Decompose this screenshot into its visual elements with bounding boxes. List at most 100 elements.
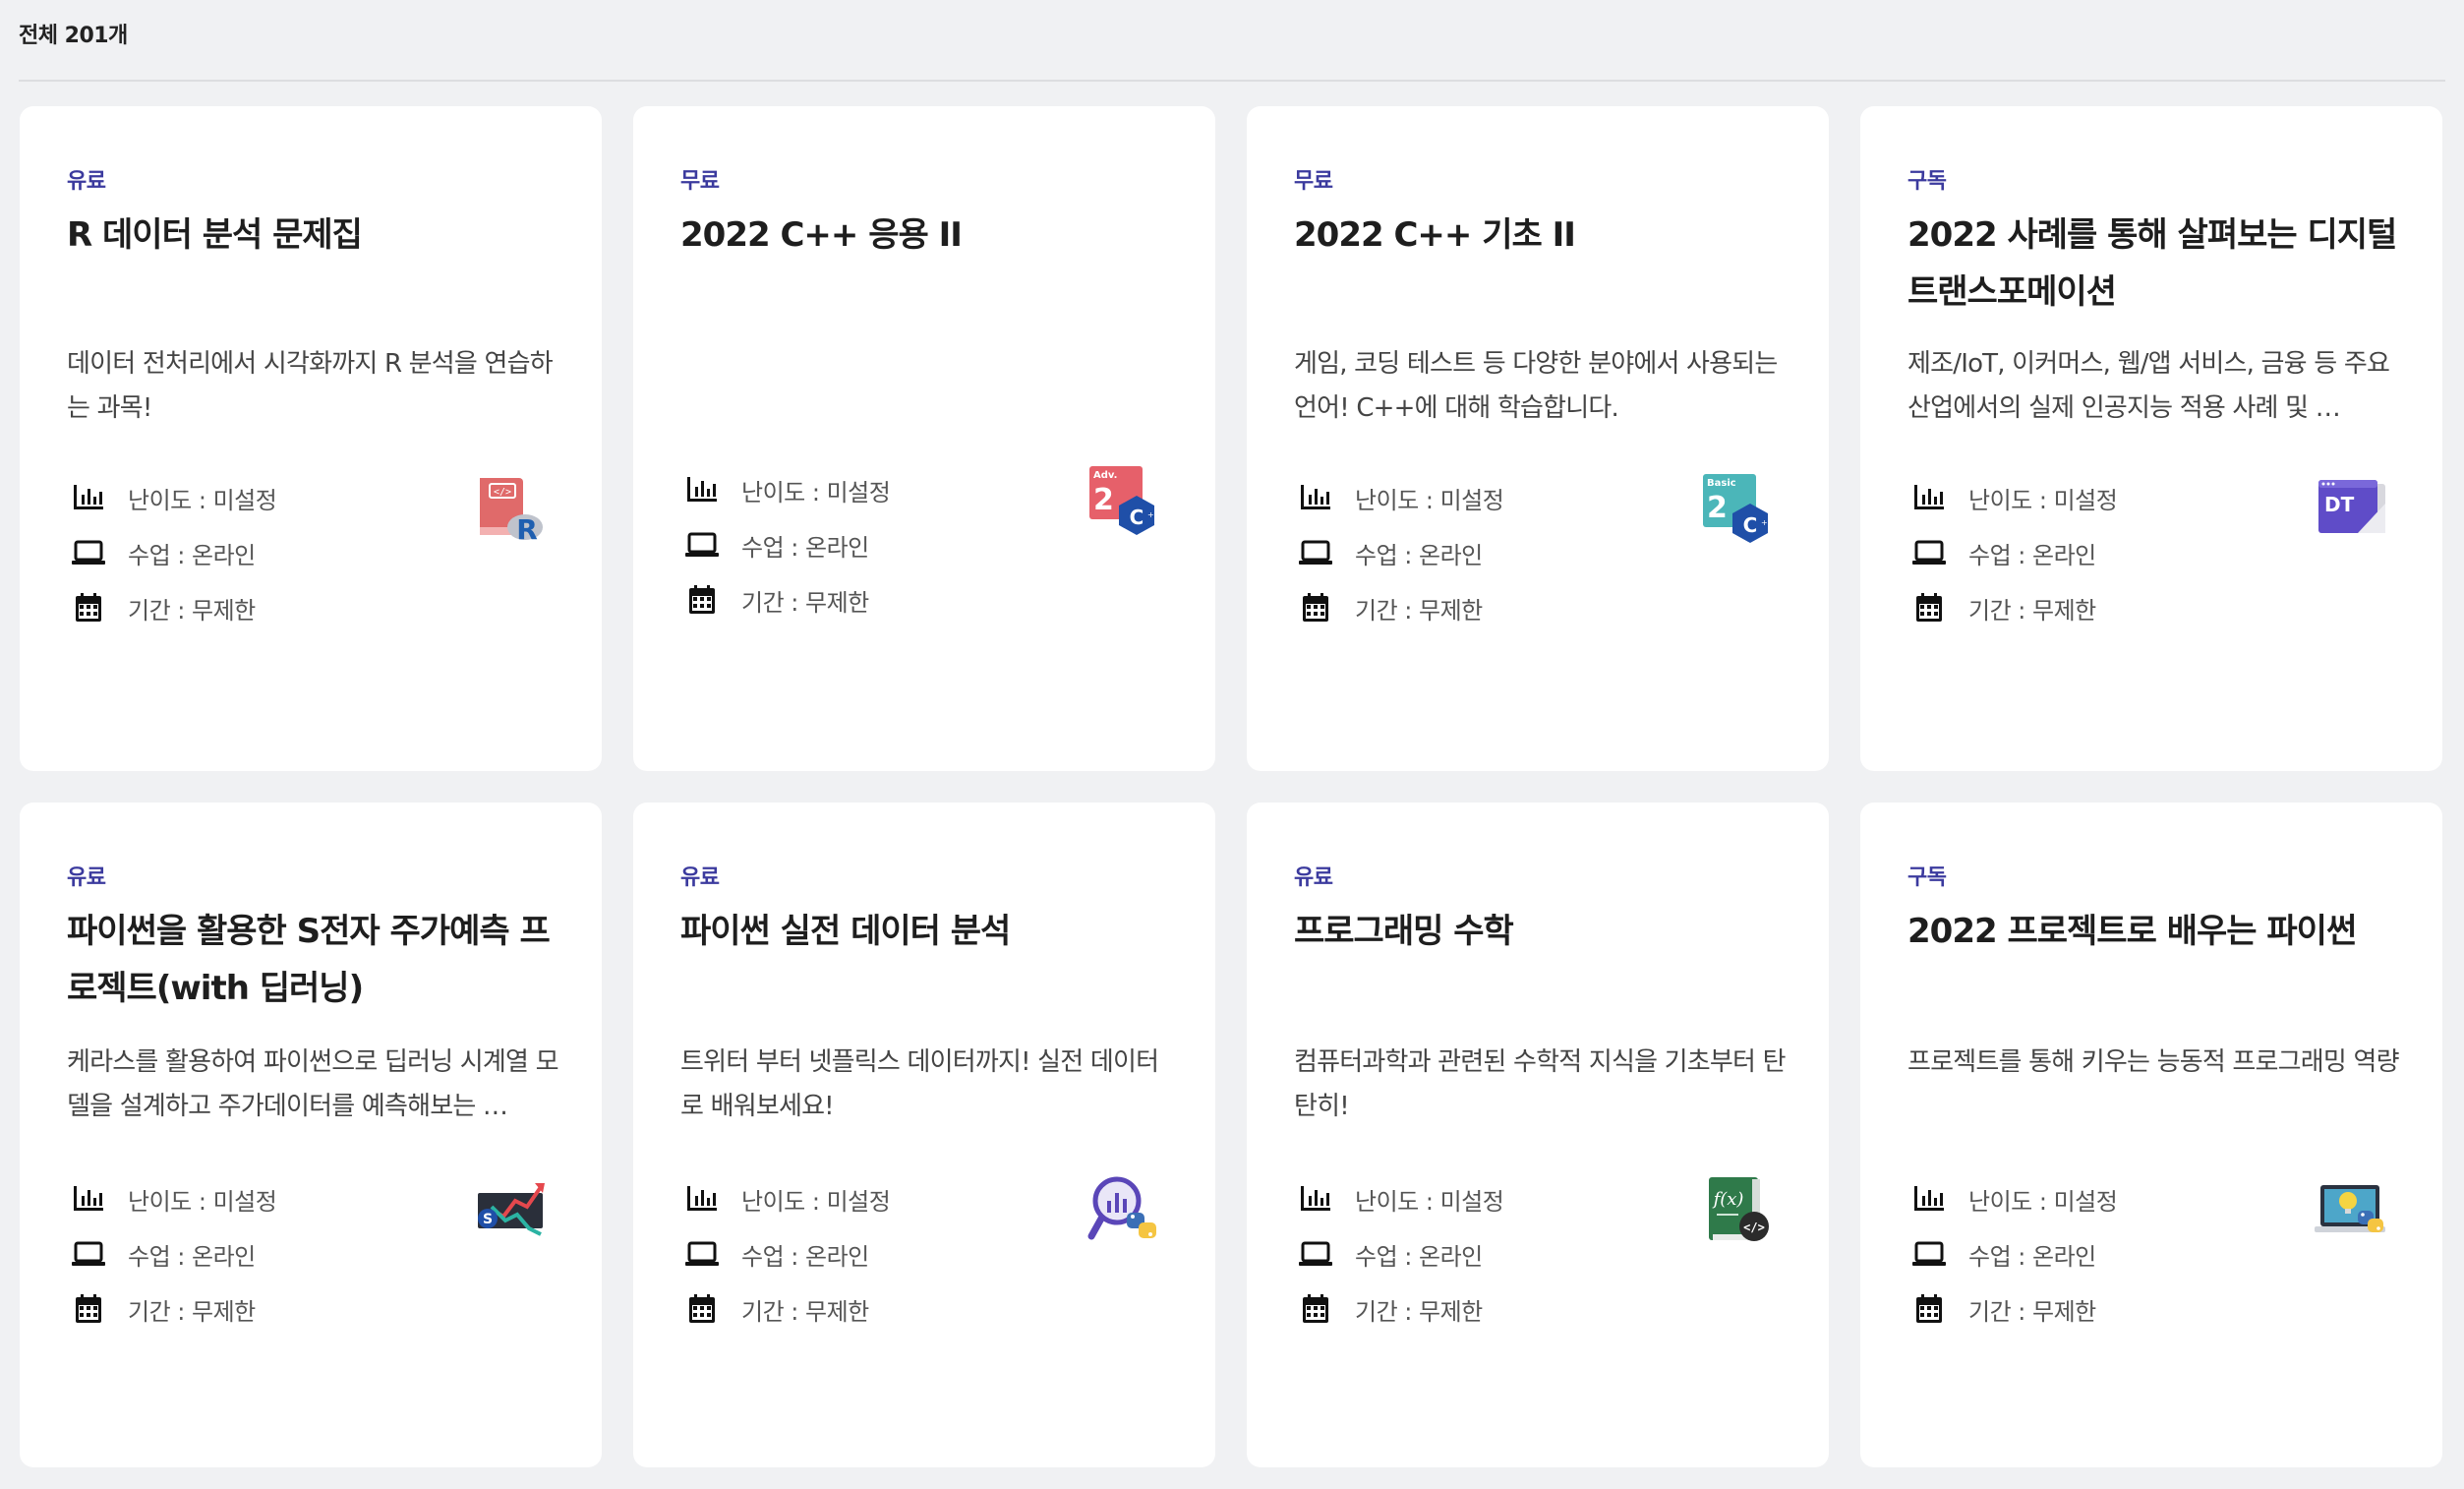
course-card[interactable]: 무료 2022 C++ 기초 II 게임, 코딩 테스트 등 다양한 분야에서 … <box>1247 106 1829 771</box>
period-row: 기간 : 무제한 <box>684 1281 890 1337</box>
bar-chart-icon <box>1298 1181 1333 1217</box>
laptop-icon <box>1298 1236 1333 1272</box>
course-title: 프로그래밍 수학 <box>1294 912 1514 951</box>
bar-chart-icon <box>1298 480 1333 515</box>
course-title: R 데이터 분석 문제집 <box>67 215 363 255</box>
course-description: 컴퓨터과학과 관련된 수학적 지식을 기초부터 탄탄히! <box>1294 1047 1786 1121</box>
period-label: 기간 : 무제한 <box>128 1297 256 1326</box>
bar-chart-icon <box>1911 480 1947 515</box>
svg-text:f(x): f(x) <box>1712 1189 1744 1210</box>
svg-text:C: C <box>1743 513 1758 537</box>
period-label: 기간 : 무제한 <box>741 588 869 617</box>
laptop-icon <box>71 1236 106 1272</box>
course-meta: 난이도 : 미설정 수업 : 온라인 기간 : 무제한 <box>1911 470 2118 635</box>
course-card[interactable]: 유료 R 데이터 분석 문제집 데이터 전처리에서 시각화까지 R 분석을 연습… <box>20 106 602 771</box>
course-title: 파이썬 실전 데이터 분석 <box>680 912 1011 951</box>
svg-text:R: R <box>516 513 538 546</box>
svg-text:++: ++ <box>1147 510 1160 519</box>
course-title: 파이썬을 활용한 S전자 주가예측 프로젝트(with 딥러닝) <box>67 912 551 1008</box>
course-list-page: 전체 201개 유료 R 데이터 분석 문제집 데이터 전처리에서 시각화까지 … <box>0 0 2464 1489</box>
svg-text:DT: DT <box>2324 493 2355 516</box>
class-label: 수업 : 온라인 <box>741 533 869 562</box>
course-card[interactable]: 무료 2022 C++ 응용 II 난이도 : 미설정 수업 : 온라인 기간 … <box>633 106 1215 771</box>
calendar-icon <box>684 582 720 618</box>
calendar-icon <box>1298 1291 1333 1327</box>
laptop-icon <box>1911 535 1947 570</box>
svg-text:S: S <box>483 1212 493 1227</box>
difficulty-row: 난이도 : 미설정 <box>71 1171 277 1226</box>
calendar-icon <box>71 1291 106 1327</box>
class-row: 수업 : 온라인 <box>1911 525 2117 580</box>
course-meta: 난이도 : 미설정 수업 : 온라인 기간 : 무제한 <box>71 1171 277 1337</box>
price-tag: 무료 <box>680 169 720 194</box>
difficulty-label: 난이도 : 미설정 <box>1355 486 1504 514</box>
course-card[interactable]: 유료 파이썬을 활용한 S전자 주가예측 프로젝트(with 딥러닝) 케라스를… <box>20 803 602 1467</box>
calendar-icon <box>1911 590 1947 625</box>
svg-text:Basic: Basic <box>1707 478 1736 489</box>
period-label: 기간 : 무제한 <box>1968 1297 2096 1326</box>
course-meta: 난이도 : 미설정 수업 : 온라인 기간 : 무제한 <box>684 462 891 627</box>
course-title: 2022 사례를 통해 살펴보는 디지털 트랜스포메이션 <box>1907 215 2397 312</box>
difficulty-row: 난이도 : 미설정 <box>684 1171 891 1226</box>
class-row: 수업 : 온라인 <box>71 1226 276 1281</box>
difficulty-label: 난이도 : 미설정 <box>128 486 277 514</box>
calendar-icon <box>71 590 106 625</box>
difficulty-label: 난이도 : 미설정 <box>741 1187 891 1216</box>
period-row: 기간 : 무제한 <box>1911 580 2117 635</box>
period-row: 기간 : 무제한 <box>1911 1281 2117 1337</box>
laptop-icon <box>684 527 720 563</box>
difficulty-row: 난이도 : 미설정 <box>1911 470 2118 525</box>
class-label: 수업 : 온라인 <box>1355 541 1483 569</box>
course-title: 2022 프로젝트로 배우는 파이썬 <box>1907 912 2357 951</box>
course-description: 제조/IoT, 이커머스, 웹/앱 서비스, 금융 등 주요 산업에서의 실제 … <box>1907 349 2390 423</box>
course-card[interactable]: 구독 2022 사례를 통해 살펴보는 디지털 트랜스포메이션 제조/IoT, … <box>1860 106 2442 771</box>
difficulty-label: 난이도 : 미설정 <box>1355 1187 1504 1216</box>
stock-chart-icon: S <box>472 1171 549 1248</box>
math-book-icon: f(x) </> <box>1699 1171 1776 1248</box>
course-card[interactable]: 구독 2022 프로젝트로 배우는 파이썬 프로젝트를 통해 키우는 능동적 프… <box>1860 803 2442 1467</box>
price-tag: 무료 <box>1294 169 1333 194</box>
class-row: 수업 : 온라인 <box>1298 1226 1503 1281</box>
class-label: 수업 : 온라인 <box>741 1242 869 1271</box>
class-row: 수업 : 온라인 <box>1911 1226 2117 1281</box>
calendar-icon <box>1911 1291 1947 1327</box>
difficulty-row: 난이도 : 미설정 <box>684 462 891 517</box>
svg-text:</>: </> <box>494 487 511 498</box>
laptop-icon <box>1911 1236 1947 1272</box>
difficulty-label: 난이도 : 미설정 <box>1968 486 2118 514</box>
period-label: 기간 : 무제한 <box>741 1297 869 1326</box>
r-book-icon: </> R <box>472 470 549 547</box>
bar-chart-icon <box>71 1181 106 1217</box>
class-row: 수업 : 온라인 <box>1298 525 1503 580</box>
difficulty-label: 난이도 : 미설정 <box>128 1187 277 1216</box>
period-label: 기간 : 무제한 <box>1968 596 2096 625</box>
course-title: 2022 C++ 기초 II <box>1294 215 1576 255</box>
period-row: 기간 : 무제한 <box>684 572 890 627</box>
laptop-icon <box>71 535 106 570</box>
class-label: 수업 : 온라인 <box>1968 1242 2096 1271</box>
python-laptop-icon <box>2313 1171 2389 1248</box>
class-label: 수업 : 온라인 <box>128 541 256 569</box>
svg-text:</>: </> <box>1743 1221 1765 1234</box>
calendar-icon <box>1298 590 1333 625</box>
class-row: 수업 : 온라인 <box>684 1226 890 1281</box>
period-label: 기간 : 무제한 <box>1355 596 1483 625</box>
svg-text:Adv.: Adv. <box>1093 470 1117 481</box>
bar-chart-icon <box>684 1181 720 1217</box>
course-card[interactable]: 유료 파이썬 실전 데이터 분석 트위터 부터 넷플릭스 데이터까지! 실전 데… <box>633 803 1215 1467</box>
course-meta: 난이도 : 미설정 수업 : 온라인 기간 : 무제한 <box>71 470 277 635</box>
period-row: 기간 : 무제한 <box>1298 1281 1503 1337</box>
python-magnifier-icon <box>1085 1171 1162 1248</box>
course-card[interactable]: 유료 프로그래밍 수학 컴퓨터과학과 관련된 수학적 지식을 기초부터 탄탄히!… <box>1247 803 1829 1467</box>
divider <box>19 80 2445 82</box>
course-meta: 난이도 : 미설정 수업 : 온라인 기간 : 무제한 <box>684 1171 891 1337</box>
bar-chart-icon <box>684 472 720 507</box>
course-description: 트위터 부터 넷플릭스 데이터까지! 실전 데이터로 배워보세요! <box>680 1047 1159 1121</box>
period-label: 기간 : 무제한 <box>128 596 256 625</box>
price-tag: 유료 <box>67 865 106 890</box>
course-description: 프로젝트를 통해 키우는 능동적 프로그래밍 역량 <box>1907 1047 2399 1077</box>
class-row: 수업 : 온라인 <box>684 517 890 572</box>
course-meta: 난이도 : 미설정 수업 : 온라인 기간 : 무제한 <box>1911 1171 2118 1337</box>
difficulty-row: 난이도 : 미설정 <box>71 470 277 525</box>
calendar-icon <box>684 1291 720 1327</box>
